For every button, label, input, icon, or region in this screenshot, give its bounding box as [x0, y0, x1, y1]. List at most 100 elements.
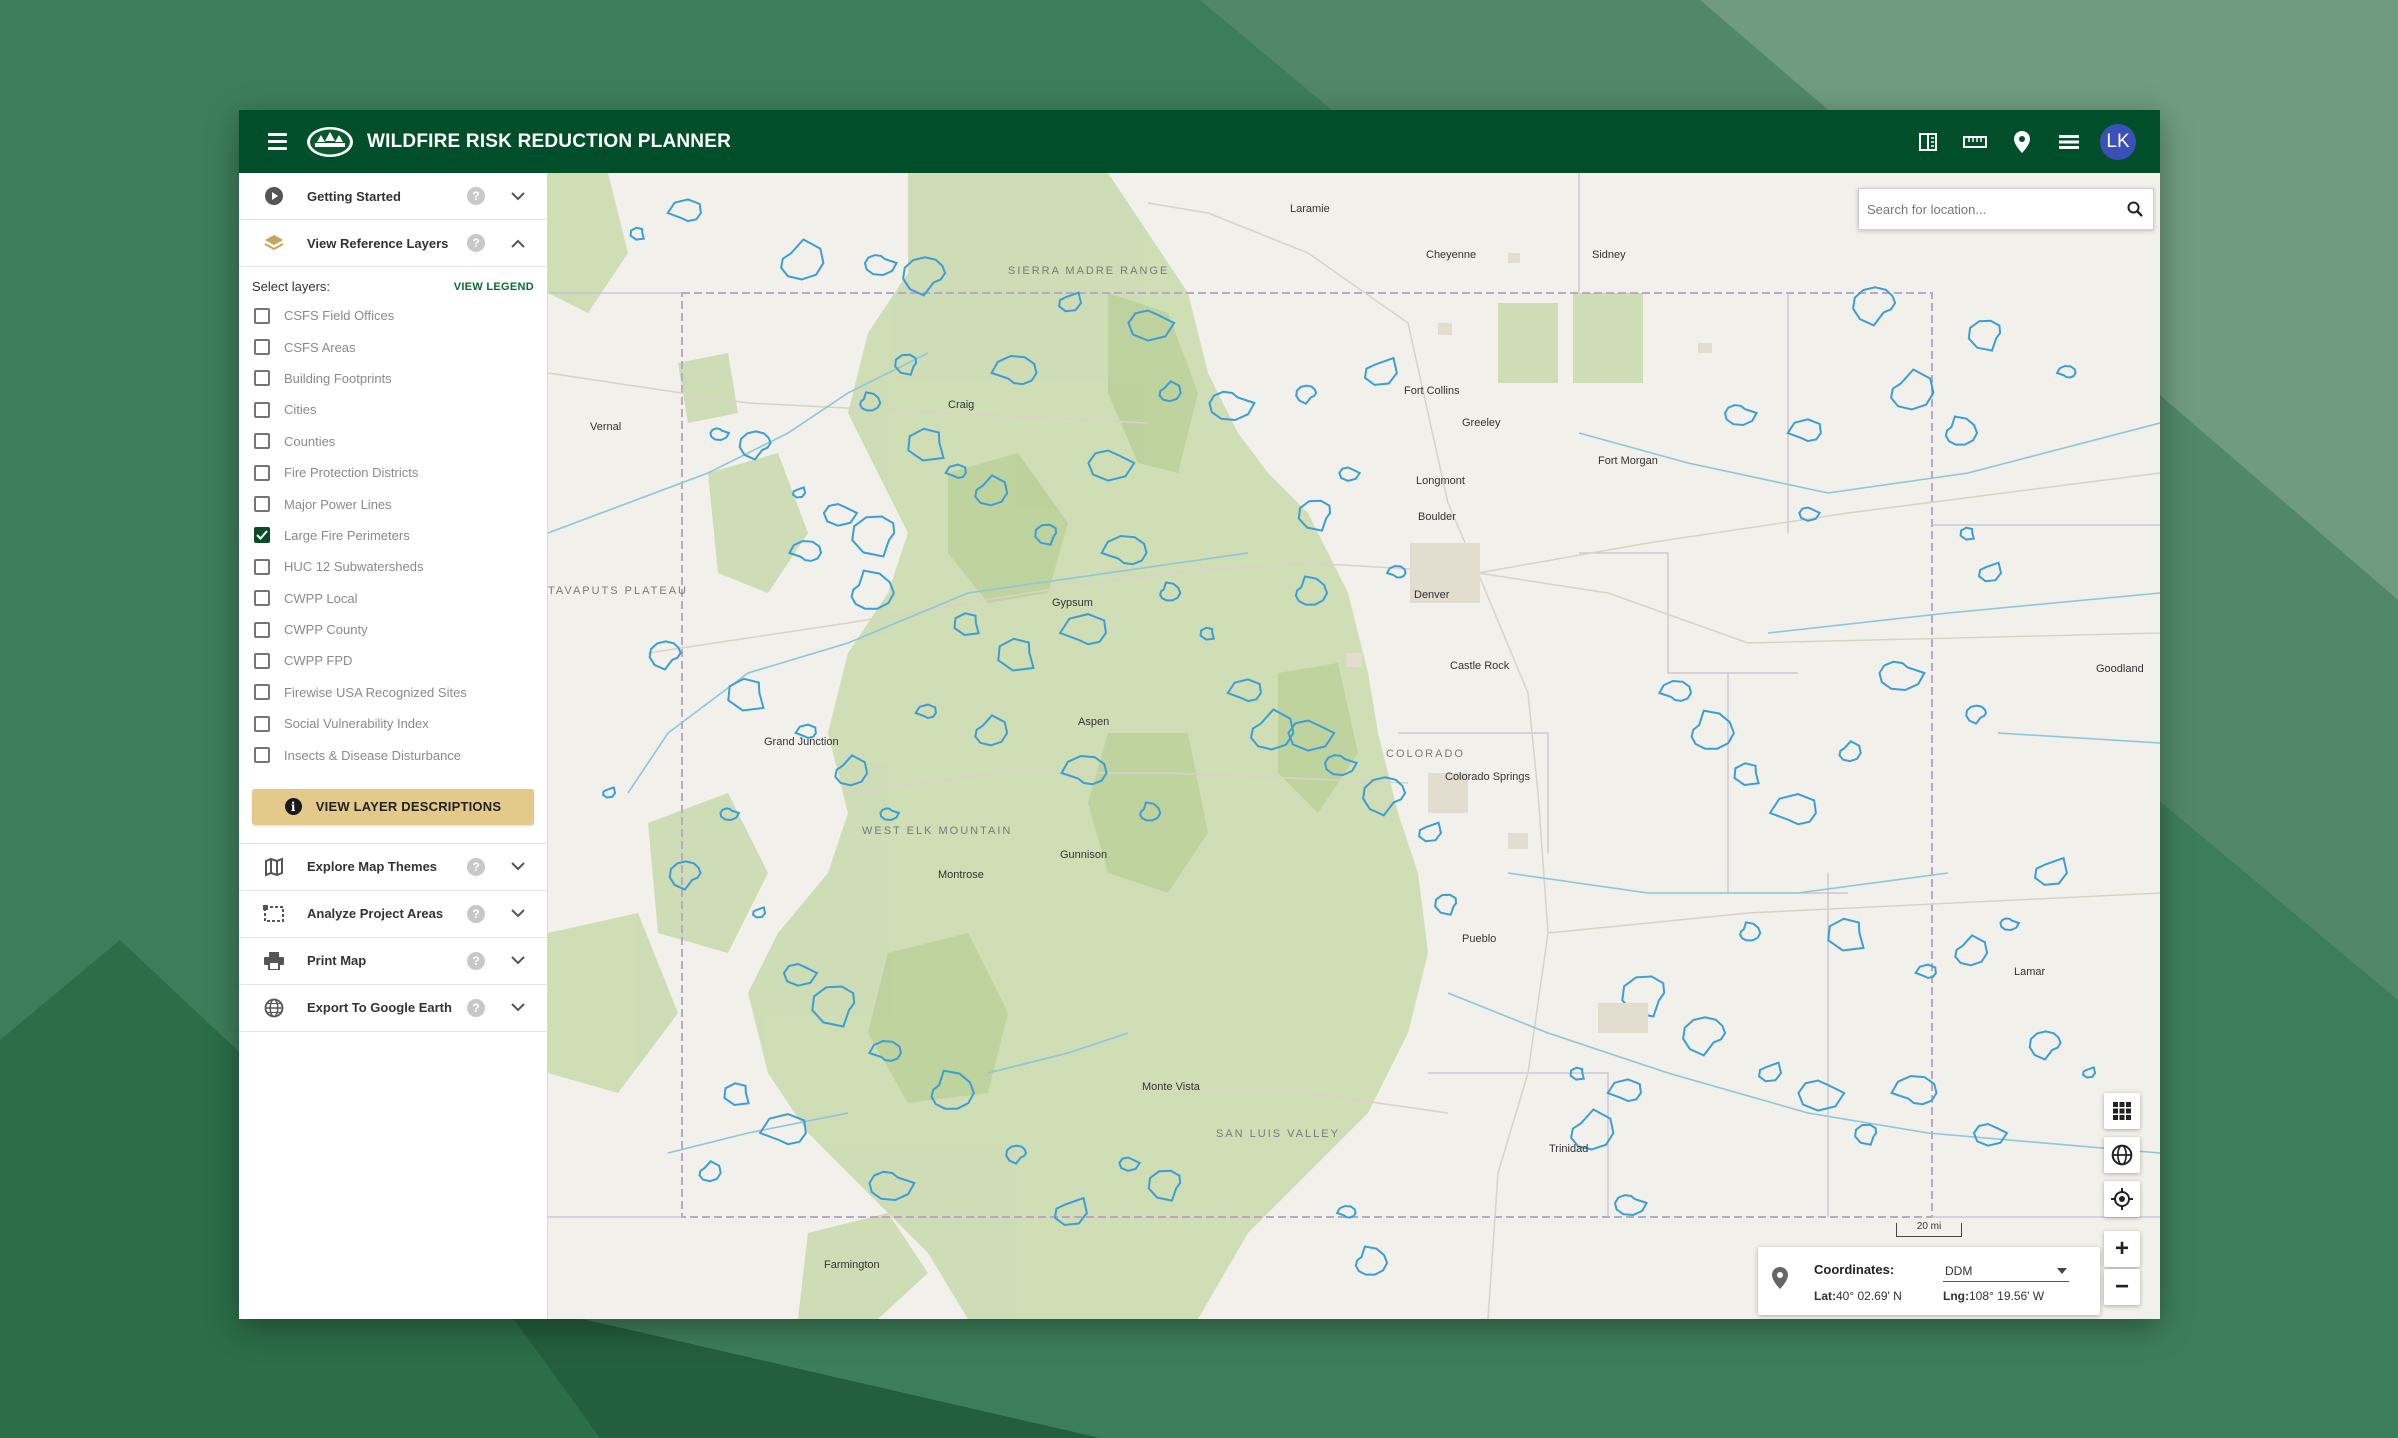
- map-place-label: Farmington: [824, 1259, 880, 1271]
- button-label: VIEW LAYER DESCRIPTIONS: [315, 799, 502, 815]
- checkbox[interactable]: [254, 558, 270, 575]
- section-explore-map-themes[interactable]: Explore Map Themes ?: [239, 844, 547, 891]
- section-getting-started[interactable]: Getting Started ?: [239, 173, 547, 220]
- zoom-out-button[interactable]: −: [2104, 1269, 2140, 1305]
- location-pin-icon[interactable]: [2006, 126, 2037, 157]
- select-area-icon: [263, 903, 285, 925]
- checkbox[interactable]: [254, 307, 270, 324]
- map-place-label: SIERRA MADRE RANGE: [1008, 265, 1170, 277]
- layer-label: CSFS Field Offices: [284, 308, 395, 324]
- layer-item[interactable]: CWPP County: [252, 614, 534, 645]
- map-place-label: Grand Junction: [764, 736, 839, 748]
- checkbox[interactable]: [254, 401, 270, 418]
- layer-item[interactable]: HUC 12 Subwatersheds: [252, 551, 534, 582]
- map-place-label: SAN LUIS VALLEY: [1216, 1128, 1340, 1140]
- map-place-label: Lamar: [2014, 966, 2046, 978]
- map-place-label: Gunnison: [1060, 849, 1108, 861]
- dropdown-arrow-icon: [2057, 1267, 2067, 1274]
- menu-icon[interactable]: [257, 122, 297, 162]
- chevron-down-icon[interactable]: [507, 997, 529, 1019]
- layer-item[interactable]: Fire Protection Districts: [252, 457, 534, 488]
- location-pin-icon: [1772, 1267, 1788, 1289]
- checkbox[interactable]: [254, 496, 270, 513]
- layer-label: Fire Protection Districts: [284, 465, 419, 481]
- chevron-up-icon[interactable]: [507, 232, 529, 254]
- split-view-icon[interactable]: [1912, 126, 1943, 157]
- help-icon[interactable]: ?: [467, 951, 485, 970]
- zoom-in-button[interactable]: +: [2104, 1231, 2140, 1267]
- search-input[interactable]: [1867, 201, 2127, 217]
- layer-item[interactable]: Firewise USA Recognized Sites: [252, 677, 534, 708]
- layer-item[interactable]: CWPP Local: [252, 583, 534, 614]
- layer-label: Major Power Lines: [284, 496, 392, 512]
- layer-item[interactable]: Social Vulnerability Index: [252, 708, 534, 739]
- layer-item[interactable]: Counties: [252, 426, 534, 457]
- section-title: Export To Google Earth: [307, 1000, 452, 1016]
- location-search[interactable]: [1858, 188, 2154, 230]
- checkbox[interactable]: [254, 684, 270, 701]
- layer-label: Large Fire Perimeters: [284, 527, 410, 543]
- checkbox[interactable]: [254, 715, 270, 732]
- map-place-label: Aspen: [1078, 716, 1110, 728]
- ruler-icon[interactable]: [1959, 126, 1990, 157]
- help-icon[interactable]: ?: [467, 998, 485, 1017]
- chevron-down-icon[interactable]: [507, 903, 529, 925]
- checkbox[interactable]: [254, 464, 270, 481]
- help-icon[interactable]: ?: [467, 187, 485, 205]
- latitude-readout: Lat:40° 02.69' N: [1814, 1289, 1902, 1303]
- section-title: Analyze Project Areas: [307, 906, 444, 922]
- user-avatar[interactable]: LK: [2100, 123, 2136, 160]
- globe-icon: [2111, 1144, 2133, 1166]
- my-location-button[interactable]: [2104, 1181, 2140, 1217]
- layers-header: Select layers: VIEW LEGEND: [252, 279, 534, 294]
- map-place-label: Pueblo: [1462, 933, 1497, 945]
- view-layer-descriptions-button[interactable]: i VIEW LAYER DESCRIPTIONS: [252, 788, 534, 825]
- checkbox[interactable]: [254, 747, 270, 764]
- checkbox[interactable]: [254, 652, 270, 669]
- layer-item[interactable]: Large Fire Perimeters: [252, 520, 534, 551]
- chevron-down-icon[interactable]: [507, 185, 529, 207]
- layer-label: Cities: [284, 402, 317, 418]
- checkbox[interactable]: [254, 621, 270, 638]
- map-view[interactable]: Laramie Cheyenne Sidney Craig Vernal Fort Col…: [548, 173, 2160, 1319]
- layer-item[interactable]: Insects & Disease Disturbance: [252, 739, 534, 770]
- layer-list: CSFS Field Offices CSFS Areas Building Foo…: [252, 300, 534, 771]
- help-icon[interactable]: ?: [467, 904, 485, 923]
- chevron-down-icon[interactable]: [507, 856, 529, 878]
- chevron-down-icon[interactable]: [507, 950, 529, 972]
- layer-label: CWPP County: [284, 622, 368, 638]
- coordinates-label: Coordinates:: [1814, 1262, 1895, 1277]
- help-icon[interactable]: ?: [467, 857, 485, 876]
- basemap-grid-button[interactable]: [2104, 1093, 2140, 1129]
- map-place-label: Greeley: [1462, 417, 1501, 429]
- coordinate-format-select[interactable]: DDM: [1943, 1260, 2069, 1282]
- map-place-label: Colorado Springs: [1445, 771, 1530, 783]
- layer-item[interactable]: Major Power Lines: [252, 488, 534, 519]
- checkbox[interactable]: [254, 433, 270, 450]
- view-legend-link[interactable]: VIEW LEGEND: [454, 281, 534, 293]
- section-export-google-earth[interactable]: Export To Google Earth ?: [239, 985, 547, 1032]
- layer-item[interactable]: CWPP FPD: [252, 645, 534, 676]
- checkbox[interactable]: [254, 370, 270, 387]
- select-layers-label: Select layers:: [252, 279, 331, 294]
- layer-item[interactable]: Building Footprints: [252, 363, 534, 394]
- globe-icon: [263, 997, 285, 1019]
- globe-view-button[interactable]: [2104, 1137, 2140, 1173]
- map-place-label: Gypsum: [1052, 597, 1093, 609]
- longitude-readout: Lng:108° 19.56' W: [1943, 1289, 2044, 1303]
- checkbox[interactable]: [254, 339, 270, 356]
- layer-item[interactable]: CSFS Areas: [252, 331, 534, 362]
- checkbox-checked[interactable]: [254, 527, 270, 544]
- search-icon[interactable]: [2127, 201, 2143, 217]
- section-view-reference-layers[interactable]: View Reference Layers ?: [239, 220, 547, 267]
- layer-item[interactable]: CSFS Field Offices: [252, 300, 534, 331]
- map-place-label: Goodland: [2096, 663, 2144, 675]
- play-circle-icon: [263, 185, 285, 207]
- layer-item[interactable]: Cities: [252, 394, 534, 425]
- checkbox[interactable]: [254, 590, 270, 607]
- help-icon[interactable]: ?: [467, 234, 485, 252]
- section-title: Getting Started: [307, 188, 401, 204]
- list-icon[interactable]: [2053, 126, 2084, 157]
- section-print-map[interactable]: Print Map ?: [239, 938, 547, 985]
- section-analyze-project-areas[interactable]: Analyze Project Areas ?: [239, 891, 547, 938]
